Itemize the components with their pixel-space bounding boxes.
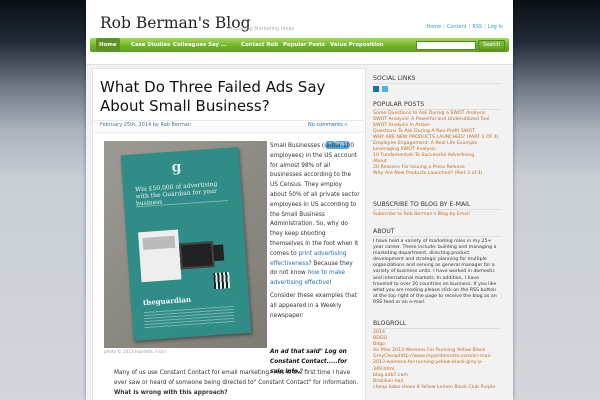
divider — [373, 328, 501, 329]
body-text: Small Businesses (under 100 employees) i… — [270, 143, 360, 257]
search-button[interactable]: Search — [478, 40, 505, 51]
toplink-home[interactable]: Home — [426, 24, 441, 30]
separator: | — [468, 24, 471, 30]
comments-link[interactable]: No comments » — [308, 122, 347, 128]
qr-code-icon — [213, 272, 231, 290]
post-body-column: Small Businesses (under 100 employees) i… — [270, 142, 360, 321]
divider — [373, 109, 501, 110]
post-photo[interactable]: g Win £50,000 of advertising with the Gu… — [104, 141, 267, 348]
body-text-2: Consider these examples that all appeare… — [270, 292, 357, 319]
about-title: ABOUT — [373, 228, 395, 235]
separator: | — [484, 24, 486, 30]
top-links: Home | Content | RSS | Log in — [426, 24, 503, 30]
guardian-flyer: g Win £50,000 of advertising with the Gu… — [120, 147, 252, 341]
toplink-rss[interactable]: RSS — [472, 24, 482, 30]
popular-post-link[interactable]: Why Are New Products Launched? (Part 3 o… — [373, 171, 499, 177]
post-title[interactable]: What Do Three Failed Ads Say About Small… — [100, 78, 350, 116]
flyer-fine-print — [143, 303, 235, 331]
subscribe-email-link[interactable]: Subscribe to Rob Berman's Blog by Email — [373, 212, 470, 217]
main-nav: Home Case Studies Colleagues Say ... Con… — [90, 38, 509, 52]
toplink-content[interactable]: Content — [447, 24, 467, 30]
blogroll-link[interactable]: cheap kobe shoes 8 Yellow Lemon Black Cl… — [373, 385, 499, 391]
subscribe-title: SUBSCRIBE TO BLOG BY E-MAIL — [373, 201, 471, 208]
nav-item-contact-rob[interactable]: Contact Rob — [241, 38, 278, 52]
blogroll-link[interactable]: Air Max 2013 Womens For Running Yellow B… — [373, 348, 499, 372]
newspaper-photo — [142, 235, 176, 250]
nav-item-popular-posts[interactable]: Popular Posts — [283, 38, 325, 52]
nav-item-home[interactable]: Home — [96, 38, 120, 52]
nav-item-value-proposition[interactable]: Value Proposition — [330, 38, 384, 52]
phone-icon — [213, 244, 225, 262]
social-links-title: SOCIAL LINKS — [373, 75, 416, 82]
divider — [373, 83, 501, 84]
twitter-icon[interactable] — [382, 86, 388, 92]
body-text: ! — [329, 280, 332, 287]
blogroll-list: 2014 BDGO Bdgo Air Max 2013 Womens For R… — [373, 330, 499, 391]
site-tagline: Propelling Marketing Ideas — [228, 26, 295, 32]
divider — [373, 209, 501, 210]
post-subhead: What is wrong with this approach? — [114, 390, 228, 396]
tablet-icon — [178, 241, 215, 270]
popular-posts-list: Some Questions to Ask During a SWOT Anal… — [373, 111, 499, 177]
about-text: I have held a variety of marketing roles… — [373, 239, 497, 305]
search-input[interactable] — [416, 41, 476, 50]
page: Rob Berman's Blog Propelling Marketing I… — [86, 0, 513, 400]
post-meta: February 25th, 2014 by Rob Berman — [100, 122, 192, 128]
divider — [373, 236, 501, 237]
linkedin-icon[interactable] — [373, 86, 379, 92]
guardian-logo-icon: g — [171, 159, 182, 176]
separator: | — [443, 24, 445, 30]
photo-caption: photo © 2013 tsardeth, Flickr — [104, 349, 167, 354]
nav-item-colleagues-say[interactable]: Colleagues Say ... — [173, 38, 227, 52]
popular-posts-title: POPULAR POSTS — [373, 101, 425, 108]
post-body-continued: Many of us use Constant Contact for emai… — [114, 370, 359, 386]
toplink-login[interactable]: Log in — [488, 24, 503, 30]
blogroll-title: BLOGROLL — [373, 320, 407, 327]
flyer-brand: theguardian — [142, 294, 192, 308]
nav-item-case-studies[interactable]: Case Studies — [131, 38, 170, 52]
